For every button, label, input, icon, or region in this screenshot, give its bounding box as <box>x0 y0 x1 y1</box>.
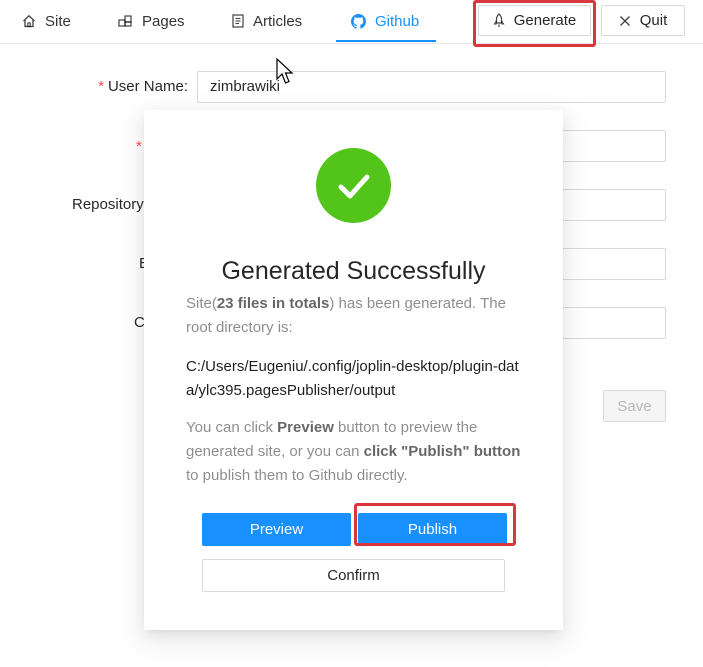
top-nav: Site Pages Articles Github Generate Quit <box>0 0 703 47</box>
home-icon <box>23 14 35 28</box>
success-check-icon <box>316 148 391 223</box>
tab-label: Articles <box>253 12 303 30</box>
close-icon <box>619 15 630 26</box>
preview-button[interactable]: Preview <box>202 513 351 546</box>
rocket-icon <box>493 13 505 27</box>
required-mark: * <box>98 78 104 95</box>
active-tab-indicator <box>336 40 436 42</box>
tab-github[interactable]: Github <box>351 0 419 42</box>
confirm-button[interactable]: Confirm <box>202 559 505 592</box>
tab-site[interactable]: Site <box>22 0 71 42</box>
repository-label: Repository <box>72 196 144 213</box>
quit-label: Quit <box>639 12 668 29</box>
tab-articles[interactable]: Articles <box>232 0 302 42</box>
publish-button[interactable]: Publish <box>358 513 507 546</box>
modal-hint-text: You can click Preview button to preview … <box>186 419 521 484</box>
save-button[interactable]: Save <box>603 390 666 422</box>
articles-icon <box>232 14 244 28</box>
tab-label: Github <box>375 12 420 30</box>
generate-label: Generate <box>513 12 577 29</box>
success-modal: Generated Successfully Site(23 files in … <box>144 110 563 630</box>
pages-icon <box>118 14 132 27</box>
mouse-cursor-icon <box>276 58 294 84</box>
github-icon <box>351 13 366 29</box>
output-path: C:/Users/Eugeniu/.config/joplin-desktop/… <box>186 358 519 399</box>
modal-intro-text: Site(23 files in totals) has been genera… <box>186 295 506 336</box>
tab-label: Site <box>45 12 71 30</box>
generate-button[interactable]: Generate <box>478 5 591 36</box>
tab-pages[interactable]: Pages <box>118 0 185 42</box>
user-name-input[interactable]: zimbrawiki <box>197 71 666 103</box>
user-name-label: * User Name: <box>98 78 188 95</box>
tab-label: Pages <box>142 12 185 30</box>
modal-title: Generated Successfully <box>221 257 486 285</box>
quit-button[interactable]: Quit <box>601 5 685 36</box>
